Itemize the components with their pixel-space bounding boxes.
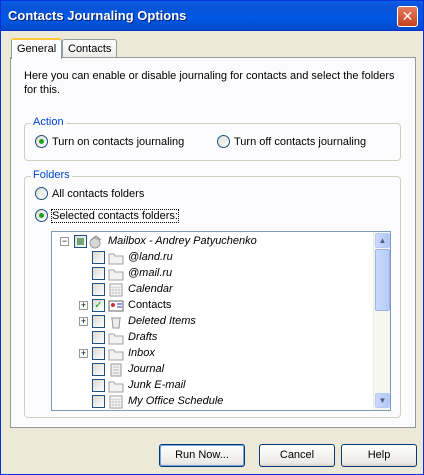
inbox-icon <box>108 349 124 361</box>
cancel-button[interactable]: Cancel <box>259 444 335 467</box>
calendar-icon <box>109 283 123 297</box>
tree-item-label: Calendar <box>128 283 173 295</box>
tree-item-label: @mail.ru <box>128 267 173 279</box>
selected-contacts-folders-label: Selected contacts folders: <box>51 208 179 223</box>
close-button[interactable]: ✕ <box>397 6 418 27</box>
collapse-icon[interactable]: − <box>60 237 69 246</box>
tree-item-junk-email[interactable]: Junk E-mail <box>52 378 372 394</box>
scroll-thumb[interactable] <box>375 249 390 311</box>
tree-item-label: Contacts <box>128 299 172 311</box>
tree-item-journal[interactable]: Journal <box>52 362 372 378</box>
radio-indicator <box>35 187 48 200</box>
help-button[interactable]: Help <box>341 444 417 467</box>
mailbox-icon <box>89 235 102 249</box>
tree-checkbox[interactable] <box>74 235 87 248</box>
run-now-button[interactable]: Run Now... <box>159 444 245 467</box>
tree-item-deleted-items[interactable]: + Deleted Items <box>52 314 372 330</box>
scroll-up-icon[interactable]: ▲ <box>375 233 390 248</box>
tree-item-mailbox[interactable]: − Mailbox - Andrey Patyuchenko <box>52 234 372 250</box>
tree-checkbox[interactable] <box>92 379 105 392</box>
window-title: Contacts Journaling Options <box>8 8 187 23</box>
turn-off-journaling-label: Turn off contacts journaling <box>234 135 367 148</box>
tree-item-drafts[interactable]: Drafts <box>52 330 372 346</box>
tab-general[interactable]: General <box>11 38 63 59</box>
tree-item-my-office-schedule[interactable]: My Office Schedule <box>52 394 372 410</box>
intro-text: Here you can enable or disable journalin… <box>24 70 395 96</box>
tree-checkbox[interactable] <box>92 315 105 328</box>
expand-icon[interactable]: + <box>79 317 88 326</box>
tree-item-label: Junk E-mail <box>128 379 186 391</box>
action-group-label: Action <box>31 116 66 128</box>
vertical-scrollbar[interactable]: ▲ ▼ <box>373 232 390 410</box>
expand-icon[interactable]: + <box>79 349 88 358</box>
all-contacts-folders-radio[interactable]: All contacts folders <box>35 187 144 200</box>
all-contacts-folders-label: All contacts folders <box>52 187 145 200</box>
turn-on-journaling-label: Turn on contacts journaling <box>52 135 185 148</box>
radio-indicator <box>35 209 48 222</box>
folder-icon <box>108 253 124 265</box>
folder-tree[interactable]: − Mailbox - Andrey Patyuchenko @land.ru … <box>51 231 391 411</box>
tree-item-land-ru[interactable]: @land.ru <box>52 250 372 266</box>
tree-item-label: Drafts <box>128 331 158 343</box>
journal-icon <box>110 363 122 377</box>
tree-item-contacts[interactable]: + ✓ Contacts <box>52 298 372 314</box>
tree-checkbox[interactable] <box>92 251 105 264</box>
tree-checkbox[interactable] <box>92 267 105 280</box>
radio-indicator <box>217 135 230 148</box>
tree-checkbox[interactable]: ✓ <box>92 299 105 312</box>
tree-checkbox[interactable] <box>92 331 105 344</box>
turn-on-journaling-radio[interactable]: Turn on contacts journaling <box>35 135 184 148</box>
tree-item-label: Journal <box>128 363 165 375</box>
dialog-window: Contacts Journaling Options ✕ General Co… <box>0 0 424 475</box>
junk-icon <box>108 381 124 393</box>
tree-item-label: @land.ru <box>128 251 173 263</box>
folder-icon <box>108 269 124 281</box>
drafts-icon <box>108 333 124 345</box>
tab-contacts[interactable]: Contacts <box>62 39 118 59</box>
tree-item-inbox[interactable]: + Inbox <box>52 346 372 362</box>
scroll-down-icon[interactable]: ▼ <box>375 393 390 408</box>
title-bar[interactable]: Contacts Journaling Options ✕ <box>1 1 423 31</box>
selected-contacts-folders-radio[interactable]: Selected contacts folders: <box>35 208 179 223</box>
tree-checkbox[interactable] <box>92 283 105 296</box>
tree-item-mail-ru[interactable]: @mail.ru <box>52 266 372 282</box>
tree-checkbox[interactable] <box>92 363 105 376</box>
contacts-icon <box>108 300 124 312</box>
tree-item-label: Inbox <box>128 347 155 359</box>
turn-off-journaling-radio[interactable]: Turn off contacts journaling <box>217 135 366 148</box>
radio-indicator <box>35 135 48 148</box>
deleted-items-icon <box>111 317 121 329</box>
tree-item-label: Mailbox - Andrey Patyuchenko <box>108 235 257 247</box>
tree-checkbox[interactable] <box>92 395 105 408</box>
tree-checkbox[interactable] <box>92 347 105 360</box>
folders-group-label: Folders <box>31 169 72 181</box>
tree-item-calendar[interactable]: Calendar <box>52 282 372 298</box>
tree-item-label: My Office Schedule <box>128 395 224 407</box>
tree-item-label: Deleted Items <box>128 315 196 327</box>
calendar-icon <box>109 395 123 409</box>
expand-icon[interactable]: + <box>79 301 88 310</box>
